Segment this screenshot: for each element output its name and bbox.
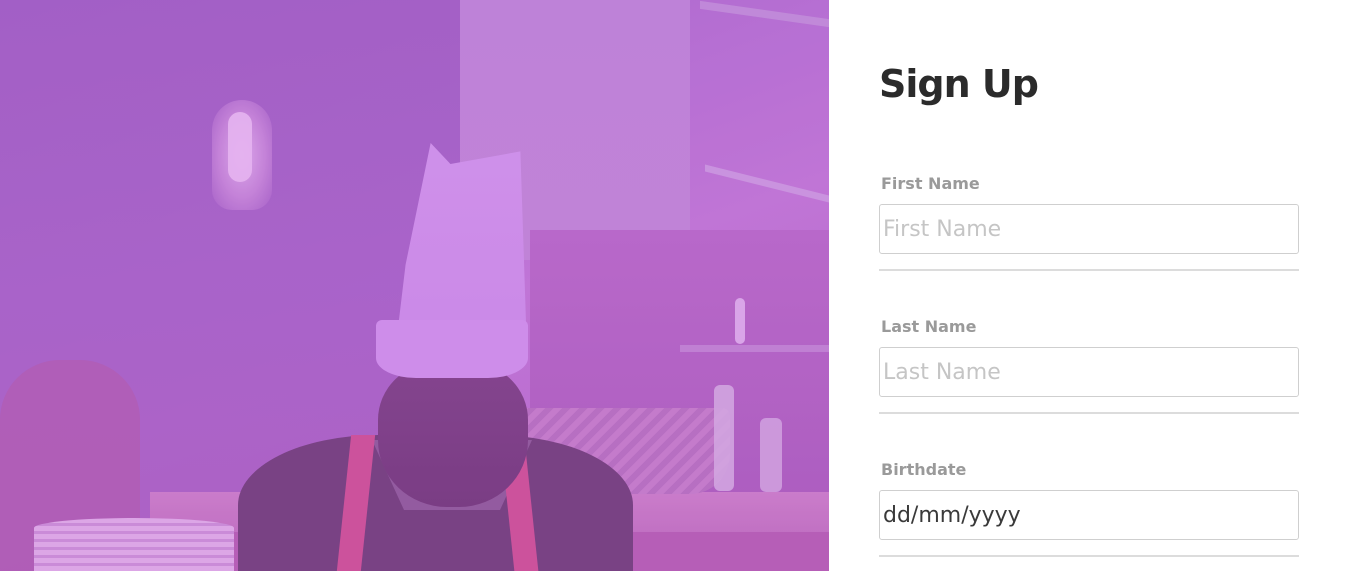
photo-tint-overlay xyxy=(0,0,829,571)
page-title: Sign Up xyxy=(879,62,1039,106)
last-name-input[interactable] xyxy=(879,347,1299,397)
first-name-label: First Name xyxy=(881,174,980,193)
signup-page xyxy=(0,0,1346,571)
first-name-input[interactable] xyxy=(879,204,1299,254)
chef-photo xyxy=(0,0,829,571)
birthdate-input[interactable] xyxy=(879,490,1299,540)
divider xyxy=(879,412,1299,414)
divider xyxy=(879,269,1299,271)
divider xyxy=(879,555,1299,557)
last-name-label: Last Name xyxy=(881,317,977,336)
birthdate-label: Birthdate xyxy=(881,460,967,479)
